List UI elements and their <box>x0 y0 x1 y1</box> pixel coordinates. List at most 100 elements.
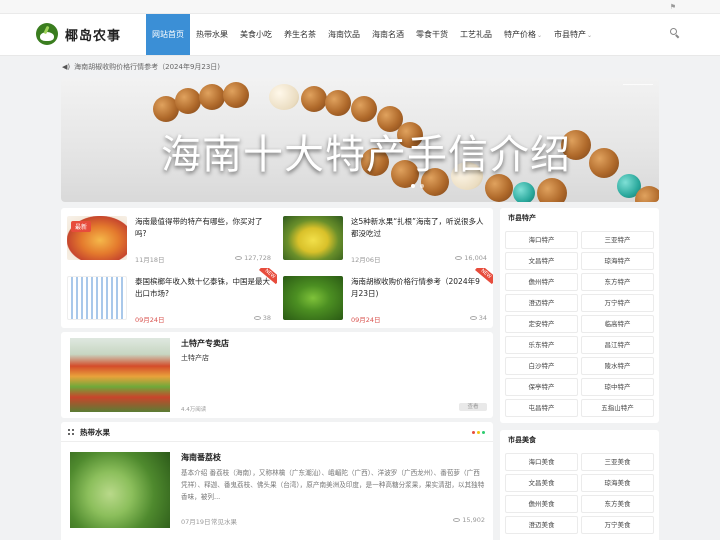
sidebar-link[interactable]: 定安特产 <box>505 315 578 333</box>
featured-views: 34 <box>469 314 487 322</box>
bead-image <box>325 90 351 116</box>
eye-icon <box>453 518 461 522</box>
carousel-dot[interactable] <box>411 184 415 188</box>
sidebar-link[interactable]: 儋州特产 <box>505 273 578 291</box>
sidebar-link[interactable]: 保亭特产 <box>505 378 578 396</box>
sidebar-link[interactable]: 文昌特产 <box>505 252 578 270</box>
post-excerpt: 基本介绍 番荔枝（海南），又称林檎（广东潮汕）、峨嵋陀（广西）、洋波罗（广西龙州… <box>181 469 485 501</box>
sidebar-link[interactable]: 澄迈特产 <box>505 294 578 312</box>
nav-label: 养生名茶 <box>284 30 316 39</box>
sidebar-link[interactable]: 澄迈美食 <box>505 516 578 534</box>
top-utility-bar: ⚑ <box>0 0 720 14</box>
sidebar-link[interactable]: 昌江特产 <box>581 336 654 354</box>
bead-image <box>513 182 535 202</box>
sidebar-link[interactable]: 乐东特产 <box>505 336 578 354</box>
featured-date: 09月24日 <box>135 316 165 324</box>
nav-item-dried-goods[interactable]: 零食干货 <box>410 14 454 55</box>
food-grid: 海口美食 三亚美食 文昌美食 琼海美食 儋州美食 东方美食 澄迈美食 万宁美食 <box>505 453 654 534</box>
main-nav: 网站首页 热带水果 美食小吃 养生名茶 海南饮品 海南名酒 零食干货 工艺礼品 … <box>146 14 598 55</box>
shop-title: 土特产专卖店 <box>181 339 229 348</box>
nav-label: 美食小吃 <box>240 30 272 39</box>
sidebar-link[interactable]: 三亚美食 <box>581 453 654 471</box>
specialty-grid: 海口特产 三亚特产 文昌特产 琼海特产 儋州特产 东方特产 澄迈特产 万宁特产 定安特产 临高特产… <box>505 231 654 417</box>
bead-image <box>537 178 567 202</box>
bead-image <box>351 96 377 122</box>
nav-item-tropical-fruit[interactable]: 热带水果 <box>190 14 234 55</box>
search-icon[interactable] <box>670 28 680 39</box>
nav-item-tea[interactable]: 养生名茶 <box>278 14 322 55</box>
featured-date: 11月18日 <box>135 256 165 264</box>
sidebar-link[interactable]: 儋州美食 <box>505 495 578 513</box>
sidebar-link[interactable]: 白沙特产 <box>505 357 578 375</box>
banner-divider <box>623 84 653 85</box>
nav-item-county-specialty[interactable]: 市县特产⌄ <box>548 14 598 55</box>
shop-card[interactable]: 土特产专卖店 土特产店 4.4万阅读 查看 <box>61 332 493 418</box>
sidebar-link[interactable]: 东方美食 <box>581 495 654 513</box>
post-category[interactable]: 常见水果 <box>211 516 237 526</box>
sidebar-link[interactable]: 五指山特产 <box>581 399 654 417</box>
sidebar-link[interactable]: 海口美食 <box>505 453 578 471</box>
section-title: 热带水果 <box>80 428 110 437</box>
nav-item-prices[interactable]: 特产价格⌄ <box>498 14 548 55</box>
hero-banner[interactable]: 海南十大特产手信介绍 <box>61 78 659 202</box>
featured-date: 09月24日 <box>351 316 381 324</box>
view-count: 34 <box>478 314 487 322</box>
sidebar-link[interactable]: 万宁特产 <box>581 294 654 312</box>
nav-item-liquor[interactable]: 海南名酒 <box>366 14 410 55</box>
notice-bar[interactable]: ◀) 海南胡椒收购价格行情参考（2024年9月23日) <box>62 62 220 72</box>
bead-image <box>269 84 299 110</box>
nav-item-crafts[interactable]: 工艺礼品 <box>454 14 498 55</box>
post-date: 07月19日 <box>181 518 211 526</box>
sidebar-link[interactable]: 琼中特产 <box>581 378 654 396</box>
featured-item[interactable]: NEW 海南胡椒收购价格行情参考（2024年9月23日) 09月24日 34 <box>277 268 493 328</box>
featured-item[interactable]: NEW 泰国槟榔年收入数十亿泰铢，中国是最大出口市场? 09月24日 38 <box>61 268 277 328</box>
sidebar-link[interactable]: 屯昌特产 <box>505 399 578 417</box>
post-thumb-custard-apple <box>70 452 170 528</box>
featured-views: 38 <box>253 314 271 322</box>
eye-icon <box>469 316 477 320</box>
section-header: 热带水果 <box>61 422 493 442</box>
featured-item[interactable]: 最新 海南最值得带的特产有哪些，你买对了吗? 11月18日 127,728 <box>61 208 277 268</box>
sidebar-link[interactable]: 东方特产 <box>581 273 654 291</box>
sidebar-link[interactable]: 琼海特产 <box>581 252 654 270</box>
featured-title: 海南胡椒收购价格行情参考（2024年9月23日) <box>351 277 480 298</box>
banner-title: 海南十大特产手信介绍 <box>161 132 571 178</box>
shop-thumb <box>70 338 170 412</box>
featured-thumb-banana <box>283 216 343 260</box>
speaker-icon: ◀) <box>62 63 71 71</box>
featured-date: 12月06日 <box>351 256 381 264</box>
view-count: 16,004 <box>464 254 487 262</box>
sidebar-link[interactable]: 琼海美食 <box>581 474 654 492</box>
nav-item-snacks[interactable]: 美食小吃 <box>234 14 278 55</box>
grid-icon <box>68 429 74 435</box>
sidebar-link[interactable]: 三亚特产 <box>581 231 654 249</box>
sidebar-link[interactable]: 临高特产 <box>581 315 654 333</box>
featured-thumb-chart <box>67 276 127 320</box>
sidebar-link[interactable]: 陵水特产 <box>581 357 654 375</box>
color-dots <box>472 431 485 434</box>
sidebar-title: 市县特产 <box>508 214 536 222</box>
featured-item[interactable]: 这5种新水果“扎根”海南了，听说很多人都没吃过 12月06日 16,004 <box>277 208 493 268</box>
bead-image <box>199 84 225 110</box>
nav-item-drinks[interactable]: 海南饮品 <box>322 14 366 55</box>
featured-views: 127,728 <box>235 254 271 262</box>
bead-image <box>175 88 201 114</box>
view-count: 38 <box>262 314 271 322</box>
nav-label: 海南名酒 <box>372 30 404 39</box>
site-logo[interactable]: 椰岛农事 <box>36 23 121 45</box>
featured-title: 泰国槟榔年收入数十亿泰铢，中国是最大出口市场? <box>135 277 270 298</box>
flag-icon[interactable]: ⚑ <box>670 3 676 11</box>
carousel-dot[interactable] <box>420 184 424 188</box>
sidebar-link[interactable]: 海口特产 <box>505 231 578 249</box>
carousel-dots <box>411 184 424 188</box>
logo-icon <box>36 23 58 45</box>
post-title: 海南番荔枝 <box>181 453 221 462</box>
featured-views: 16,004 <box>455 254 487 262</box>
sidebar-link[interactable]: 万宁美食 <box>581 516 654 534</box>
featured-grid: 最新 海南最值得带的特产有哪些，你买对了吗? 11月18日 127,728 这5… <box>61 208 493 328</box>
site-header: 椰岛农事 网站首页 热带水果 美食小吃 养生名茶 海南饮品 海南名酒 零食干货 … <box>0 14 720 56</box>
nav-item-home[interactable]: 网站首页 <box>146 14 190 55</box>
sidebar-link[interactable]: 文昌美食 <box>505 474 578 492</box>
more-button[interactable]: 查看 <box>459 403 487 411</box>
featured-title: 这5种新水果“扎根”海南了，听说很多人都没吃过 <box>351 217 484 238</box>
